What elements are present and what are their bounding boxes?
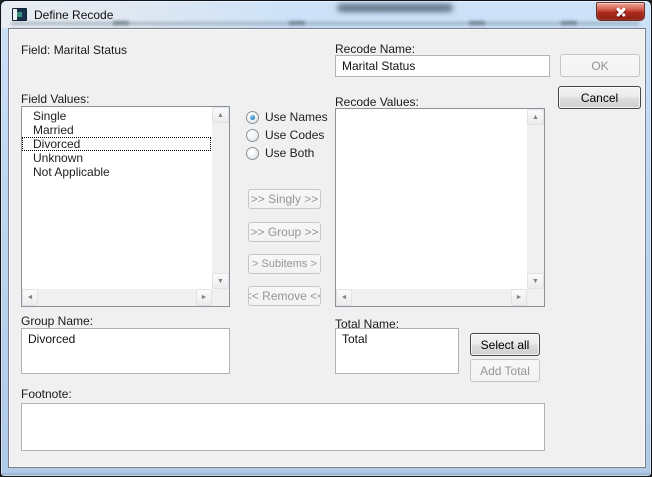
recode-name-label: Recode Name: [335, 42, 415, 56]
singly-button[interactable]: >> Singly >> [248, 189, 321, 209]
field-values-listbox[interactable]: Single Married Divorced Unknown Not Appl… [21, 106, 230, 307]
recode-name-input[interactable] [335, 55, 550, 77]
scroll-left-icon[interactable]: ◄ [22, 289, 38, 306]
field-label-line: Field: Marital Status [21, 43, 127, 57]
app-icon [12, 8, 27, 21]
scrollbar-corner [212, 289, 229, 306]
horizontal-scrollbar[interactable]: ◄ ► [22, 289, 212, 306]
dialog-window: Define Recode Field: Marital Status Reco… [0, 0, 652, 477]
radio-use-codes[interactable]: Use Codes [246, 128, 324, 142]
list-item[interactable]: Married [22, 123, 211, 137]
ok-button[interactable]: OK [560, 54, 640, 77]
scroll-right-icon[interactable]: ► [511, 289, 527, 306]
background-blur-tick [289, 21, 305, 25]
footnote-input[interactable] [21, 403, 545, 451]
field-label: Field: [21, 43, 50, 57]
recode-values-label: Recode Values: [335, 95, 419, 109]
radio-use-both[interactable]: Use Both [246, 146, 314, 160]
recode-values-list [336, 111, 526, 288]
group-name-label: Group Name: [21, 314, 93, 328]
radio-label: Use Codes [265, 128, 324, 142]
radio-use-names[interactable]: Use Names [246, 110, 328, 124]
vertical-scrollbar[interactable]: ▲ ▼ [212, 107, 229, 289]
add-total-button[interactable]: Add Total [470, 359, 540, 382]
close-button[interactable] [596, 2, 645, 21]
vertical-scrollbar[interactable]: ▲ ▼ [527, 109, 544, 289]
radio-selected-icon [246, 111, 259, 124]
background-window-blur [337, 4, 453, 12]
dialog-client-area: Field: Marital Status Recode Name: OK Ca… [8, 28, 646, 468]
group-button[interactable]: >> Group >> [248, 222, 321, 242]
radio-label: Use Both [265, 146, 314, 160]
list-item[interactable]: Not Applicable [22, 165, 211, 179]
cancel-button[interactable]: Cancel [558, 86, 641, 109]
horizontal-scrollbar[interactable]: ◄ ► [336, 289, 527, 306]
window-title: Define Recode [34, 8, 113, 22]
list-item[interactable]: Unknown [22, 151, 211, 165]
scroll-down-icon[interactable]: ▼ [527, 273, 544, 289]
scroll-right-icon[interactable]: ► [196, 289, 212, 306]
background-blur-tick [561, 21, 577, 25]
background-blur-tick [113, 21, 129, 25]
radio-unselected-icon [246, 129, 259, 142]
scroll-down-icon[interactable]: ▼ [212, 273, 229, 289]
subitems-button[interactable]: > Subitems > [248, 254, 321, 274]
scrollbar-corner [527, 289, 544, 306]
list-item[interactable]: Single [22, 109, 211, 123]
remove-button[interactable]: << Remove << [248, 286, 321, 306]
scroll-up-icon[interactable]: ▲ [527, 109, 544, 125]
field-value: Marital Status [54, 43, 127, 57]
total-name-input[interactable]: Total [335, 328, 459, 374]
radio-unselected-icon [246, 147, 259, 160]
scroll-left-icon[interactable]: ◄ [336, 289, 352, 306]
recode-values-listbox[interactable]: ▲ ▼ ◄ ► [335, 108, 545, 307]
field-values-list: Single Married Divorced Unknown Not Appl… [22, 109, 211, 288]
background-blur-tick [469, 21, 485, 25]
close-icon [615, 6, 627, 18]
scroll-up-icon[interactable]: ▲ [212, 107, 229, 123]
background-window-blur-line [11, 22, 639, 25]
group-name-input[interactable]: Divorced [21, 328, 230, 374]
field-values-label: Field Values: [21, 92, 89, 106]
select-all-button[interactable]: Select all [470, 333, 540, 356]
radio-label: Use Names [265, 110, 328, 124]
footnote-label: Footnote: [21, 387, 72, 401]
list-item-focused[interactable]: Divorced [22, 137, 211, 151]
